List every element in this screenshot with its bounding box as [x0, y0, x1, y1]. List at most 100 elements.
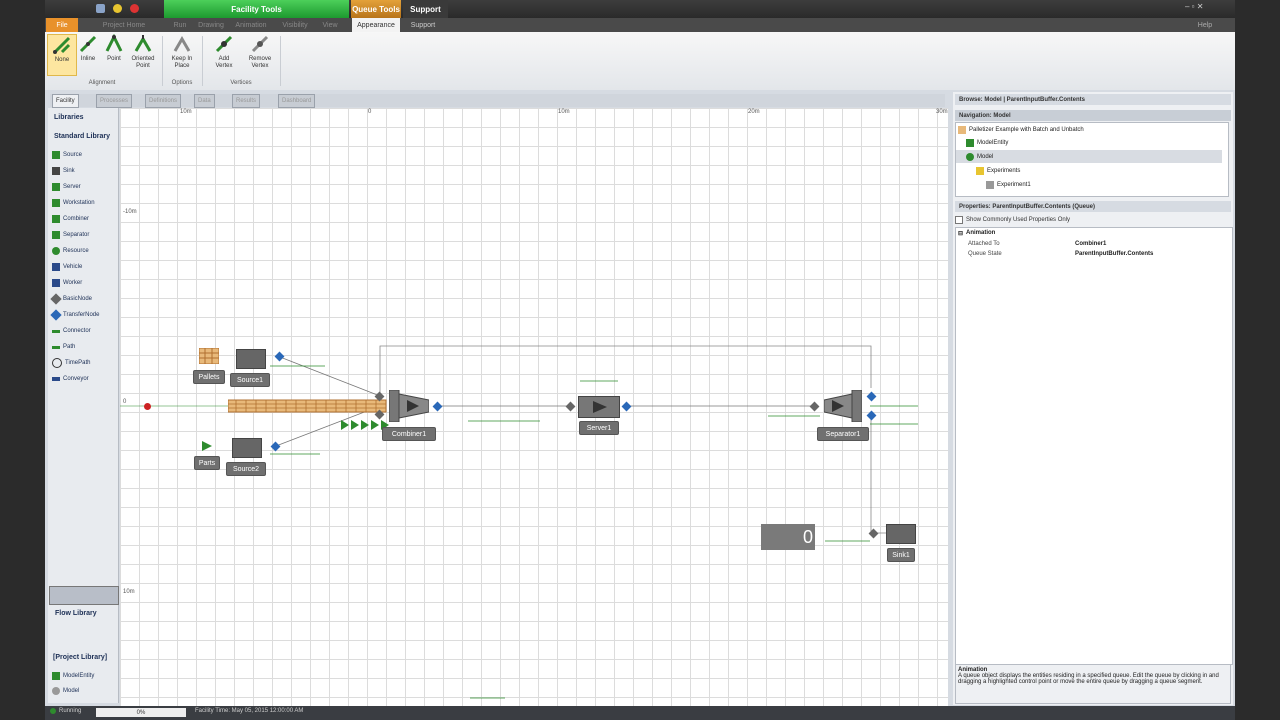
- source2-label[interactable]: Source2: [226, 462, 266, 476]
- tab-appearance[interactable]: Appearance: [352, 18, 400, 32]
- alignment-point-icon: [105, 34, 123, 52]
- tree-item-label: Palletizer Example with Batch and Unbatc…: [969, 126, 1084, 133]
- library-item-basicnode[interactable]: BasicNode: [50, 292, 92, 306]
- library-item-combiner[interactable]: Combiner: [52, 212, 89, 226]
- ribbon-separator: [162, 36, 163, 86]
- alignment-inline-button[interactable]: Inline: [74, 34, 102, 74]
- separator1-label[interactable]: Separator1: [817, 427, 869, 441]
- support-context[interactable]: Support: [403, 0, 448, 18]
- folder-icon: [976, 166, 984, 175]
- queue-tools-context: Queue Tools: [351, 0, 401, 18]
- library-item-label: Resource: [63, 248, 89, 254]
- library-item-workstation[interactable]: Workstation: [52, 196, 95, 210]
- alignment-none-button[interactable]: None: [47, 34, 77, 76]
- add-vertex-button[interactable]: Add Vertex: [210, 34, 238, 74]
- save-icon[interactable]: [96, 4, 105, 13]
- property-value[interactable]: ParentInputBuffer.Contents: [1075, 251, 1153, 257]
- tab-run[interactable]: Run: [170, 18, 190, 32]
- library-item-model[interactable]: Model: [52, 684, 79, 698]
- library-item-label: TimePath: [65, 360, 91, 366]
- tab-animation[interactable]: Animation: [232, 18, 270, 32]
- library-item-server[interactable]: Server: [52, 180, 81, 194]
- tree-item-project[interactable]: Palletizer Example with Batch and Unbatc…: [958, 123, 1084, 136]
- flow-library-label[interactable]: Flow Library: [55, 610, 97, 617]
- combiner1-label[interactable]: Combiner1: [382, 427, 436, 441]
- library-item-resource[interactable]: Resource: [52, 244, 89, 258]
- window-controls[interactable]: ‒ ▫ ✕: [1185, 2, 1230, 12]
- status-label-counter[interactable]: 0: [761, 524, 815, 550]
- library-item-label: Model: [63, 688, 80, 694]
- library-item-modelentity[interactable]: ModelEntity: [52, 669, 94, 683]
- library-item-worker[interactable]: Worker: [52, 276, 82, 290]
- remove-vertex-button[interactable]: Remove Vertex: [246, 34, 274, 74]
- checkbox-label: Show Commonly Used Properties Only: [966, 216, 1071, 223]
- cursor-marker: [144, 403, 151, 410]
- alignment-inline-label: Inline: [80, 56, 96, 62]
- property-grid: [955, 227, 1233, 665]
- tree-item-model[interactable]: Model: [956, 150, 1222, 163]
- tree-item-label: ModelEntity: [977, 139, 1009, 146]
- library-item-label: Connector: [63, 328, 91, 334]
- tree-item-modelentity[interactable]: ModelEntity: [966, 136, 1008, 149]
- standard-library-label: Standard Library: [54, 133, 111, 140]
- separator1-object[interactable]: [824, 390, 862, 422]
- progress-bar: 0%: [96, 708, 186, 717]
- tab-data[interactable]: Data: [194, 94, 215, 108]
- stop-icon[interactable]: [130, 4, 139, 13]
- source1-object[interactable]: [236, 349, 266, 369]
- library-item-vehicle[interactable]: Vehicle: [52, 260, 82, 274]
- library-item-label: Sink: [63, 168, 75, 174]
- model-icon: [966, 152, 974, 161]
- tab-file[interactable]: File: [46, 18, 78, 32]
- library-toggle-button[interactable]: [49, 586, 119, 605]
- tab-processes[interactable]: Processes: [96, 94, 133, 108]
- alignment-point-button[interactable]: Point: [100, 34, 128, 74]
- sink1-label[interactable]: Sink1: [887, 548, 915, 562]
- property-value[interactable]: Combiner1: [1075, 241, 1106, 247]
- property-section[interactable]: ⊟ Animation: [958, 228, 1230, 238]
- property-row[interactable]: Attached To Combiner1: [968, 239, 1228, 249]
- source1-label[interactable]: Source1: [230, 373, 270, 387]
- sink1-object[interactable]: [886, 524, 916, 544]
- sink-icon: [52, 167, 60, 175]
- library-item-transfernode[interactable]: TransferNode: [50, 308, 99, 322]
- tab-drawing[interactable]: Drawing: [196, 18, 226, 32]
- tab-view[interactable]: View: [318, 18, 342, 32]
- parts-label[interactable]: Parts: [194, 456, 220, 470]
- tab-results[interactable]: Results: [232, 94, 261, 108]
- tree-item-experiments[interactable]: Experiments: [976, 164, 1020, 177]
- options-group-label: Options: [171, 80, 193, 86]
- pallet-queue[interactable]: [228, 398, 388, 414]
- combiner1-object[interactable]: [389, 390, 429, 422]
- library-item-timepath[interactable]: TimePath: [52, 356, 90, 370]
- tab-support[interactable]: Support: [403, 18, 443, 32]
- tab-help[interactable]: Help: [1195, 18, 1215, 32]
- keep-in-place-button[interactable]: Keep In Place: [168, 34, 196, 74]
- checkbox[interactable]: [955, 215, 963, 224]
- tab-definitions[interactable]: Definitions: [145, 94, 182, 108]
- library-item-path[interactable]: Path: [52, 340, 75, 354]
- run-icon[interactable]: [113, 4, 122, 13]
- tab-project-home[interactable]: Project Home: [99, 18, 149, 32]
- server1-object[interactable]: [578, 396, 620, 418]
- property-row[interactable]: Queue State ParentInputBuffer.Contents: [968, 249, 1228, 259]
- library-item-separator[interactable]: Separator: [52, 228, 89, 242]
- library-item-label: Conveyor: [63, 376, 89, 382]
- common-properties-toggle[interactable]: Show Commonly Used Properties Only: [955, 214, 1227, 225]
- browse-header: Browse: Model | ParentInputBuffer.Conten…: [955, 94, 1231, 105]
- tab-dashboard[interactable]: Dashboard: [278, 94, 316, 108]
- add-vertex-label: Add Vertex: [215, 56, 233, 69]
- library-item-sink[interactable]: Sink: [52, 164, 75, 178]
- tree-item-experiment1[interactable]: Experiment1: [986, 178, 1031, 191]
- library-item-source[interactable]: Source: [52, 148, 82, 162]
- pallets-label[interactable]: Pallets: [193, 370, 225, 384]
- library-item-conveyor[interactable]: Conveyor: [52, 372, 89, 386]
- combiner-icon: [52, 215, 60, 223]
- source2-object[interactable]: [232, 438, 262, 458]
- tab-visibility[interactable]: Visibility: [276, 18, 314, 32]
- pallet-entity-icon: [199, 348, 219, 364]
- library-item-connector[interactable]: Connector: [52, 324, 91, 338]
- tab-facility[interactable]: Facility: [52, 94, 79, 108]
- server1-label[interactable]: Server1: [579, 421, 619, 435]
- alignment-oriented-point-button[interactable]: Oriented Point: [129, 34, 157, 74]
